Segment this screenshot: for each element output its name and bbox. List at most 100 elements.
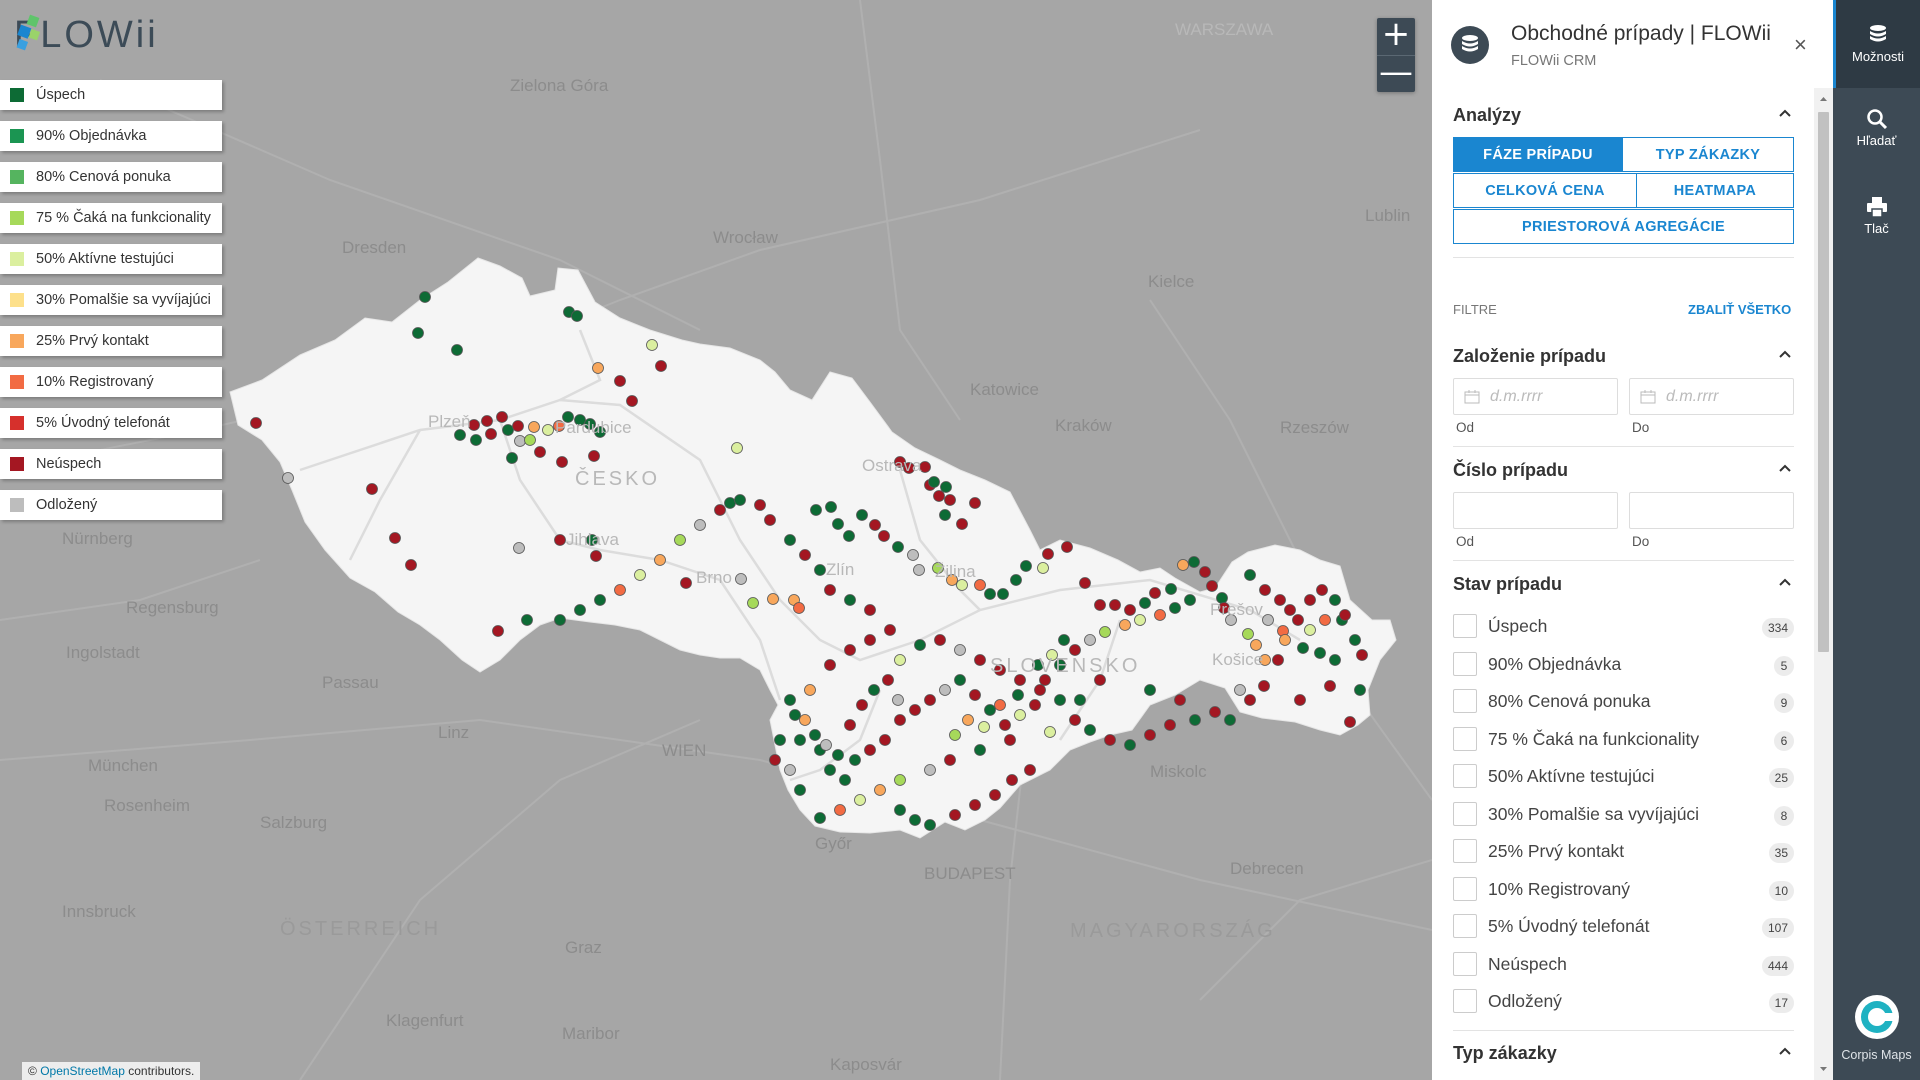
stav-heading[interactable]: Stav prípadu [1453,574,1794,595]
checkbox[interactable] [1453,951,1477,976]
case-marker[interactable] [571,310,583,322]
case-marker[interactable] [734,494,746,506]
stav-checkbox-row[interactable]: 10% Registrovaný 10 [1453,875,1794,901]
case-marker[interactable] [1177,559,1189,571]
case-marker[interactable] [939,509,951,521]
case-marker[interactable] [814,812,826,824]
case-marker[interactable] [542,424,554,436]
case-marker[interactable] [810,504,822,516]
rail-hladat-button[interactable]: Hľadať [1833,108,1920,184]
case-marker[interactable] [832,749,844,761]
case-marker[interactable] [884,624,896,636]
case-marker[interactable] [784,694,796,706]
checkbox[interactable] [1453,764,1477,788]
case-marker[interactable] [892,541,904,553]
case-marker[interactable] [804,684,816,696]
case-marker[interactable] [1165,583,1177,595]
case-marker[interactable] [524,434,536,446]
case-marker[interactable] [1099,626,1111,638]
case-marker[interactable] [949,729,961,741]
case-marker[interactable] [470,434,482,446]
case-marker[interactable] [1006,774,1018,786]
case-marker[interactable] [834,804,846,816]
case-marker[interactable] [614,584,626,596]
case-marker[interactable] [944,494,956,506]
case-marker[interactable] [824,584,836,596]
case-marker[interactable] [1154,609,1166,621]
case-marker[interactable] [492,625,504,637]
case-marker[interactable] [1297,642,1309,654]
case-marker[interactable] [574,604,586,616]
case-marker[interactable] [869,519,881,531]
case-marker[interactable] [1284,604,1296,616]
case-marker[interactable] [1014,709,1026,721]
case-marker[interactable] [844,719,856,731]
case-marker[interactable] [485,428,497,440]
case-marker[interactable] [1169,602,1181,614]
case-marker[interactable] [735,573,747,585]
cislo-from-input[interactable] [1453,492,1618,529]
case-marker[interactable] [879,734,891,746]
tab-faze-pripadu[interactable]: FÁZE PRÍPADU [1453,137,1623,172]
case-marker[interactable] [282,472,294,484]
case-marker[interactable] [754,499,766,511]
tab-heatmapa[interactable]: HEATMAPA [1636,173,1794,208]
case-marker[interactable] [894,804,906,816]
case-marker[interactable] [496,411,508,423]
zoom-in-button[interactable]: + [1377,17,1415,55]
case-marker[interactable] [839,774,851,786]
case-marker[interactable] [999,719,1011,731]
cislo-to-input[interactable] [1629,492,1794,529]
checkbox[interactable] [1453,989,1477,1013]
case-marker[interactable] [1034,684,1046,696]
case-marker[interactable] [1242,628,1254,640]
case-marker[interactable] [799,549,811,561]
stav-checkbox-row[interactable]: 30% Pomalšie sa vyvíjajúci 8 [1453,800,1794,826]
case-marker[interactable] [1258,680,1270,692]
case-marker[interactable] [909,814,921,826]
case-marker[interactable] [962,714,974,726]
case-marker[interactable] [1029,699,1041,711]
case-marker[interactable] [1259,584,1271,596]
case-marker[interactable] [724,497,736,509]
stav-checkbox-row[interactable]: Odložený 17 [1453,987,1794,1013]
case-marker[interactable] [764,514,776,526]
case-marker[interactable] [634,569,646,581]
case-marker[interactable] [646,339,658,351]
case-marker[interactable] [1061,541,1073,553]
checkbox[interactable] [1453,726,1477,751]
case-marker[interactable] [1184,594,1196,606]
case-marker[interactable] [1304,594,1316,606]
case-marker[interactable] [1314,647,1326,659]
case-marker[interactable] [924,694,936,706]
stav-checkbox-row[interactable]: 5% Úvodný telefonát 107 [1453,912,1794,938]
cislo-heading[interactable]: Číslo prípadu [1453,460,1794,481]
case-marker[interactable] [1304,624,1316,636]
case-marker[interactable] [784,764,796,776]
case-marker[interactable] [939,684,951,696]
case-marker[interactable] [1024,764,1036,776]
case-marker[interactable] [825,501,837,513]
case-marker[interactable] [502,424,514,436]
case-marker[interactable] [940,481,952,493]
case-marker[interactable] [481,415,493,427]
case-marker[interactable] [626,395,638,407]
case-marker[interactable] [856,509,868,521]
case-marker[interactable] [843,530,855,542]
case-marker[interactable] [1356,649,1368,661]
case-marker[interactable] [405,559,417,571]
case-marker[interactable] [784,534,796,546]
case-marker[interactable] [1324,680,1336,692]
scroll-down-icon[interactable] [1814,1062,1833,1076]
case-marker[interactable] [747,597,759,609]
case-marker[interactable] [978,721,990,733]
case-marker[interactable] [389,532,401,544]
case-marker[interactable] [714,504,726,516]
case-marker[interactable] [894,714,906,726]
case-marker[interactable] [654,554,666,566]
case-marker[interactable] [924,764,936,776]
case-marker[interactable] [913,564,925,576]
case-marker[interactable] [1329,654,1341,666]
case-marker[interactable] [868,684,880,696]
case-marker[interactable] [824,659,836,671]
